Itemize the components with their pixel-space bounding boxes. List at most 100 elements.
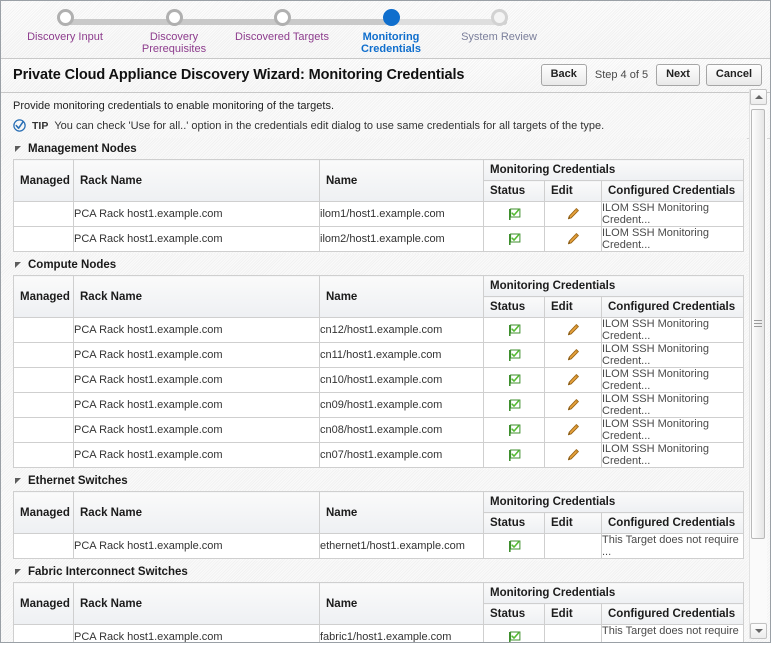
check-circle-icon	[13, 119, 26, 132]
cell-managed[interactable]	[14, 368, 74, 393]
table-row[interactable]: PCA Rack host1.example.comethernet1/host…	[14, 534, 744, 559]
next-button[interactable]: Next	[656, 64, 700, 86]
cell-managed[interactable]	[14, 534, 74, 559]
cell-managed[interactable]	[14, 202, 74, 227]
pencil-icon[interactable]	[566, 349, 580, 361]
column-header-configured-credentials: Configured Credentials	[602, 604, 744, 625]
section-header[interactable]: Compute Nodes	[1, 254, 747, 275]
section-title: Management Nodes	[28, 143, 137, 155]
pencil-icon[interactable]	[566, 324, 580, 336]
cell-status	[484, 368, 545, 393]
column-header-edit: Edit	[545, 297, 602, 318]
cell-edit[interactable]	[545, 368, 602, 393]
pencil-icon[interactable]	[566, 208, 580, 220]
train-step-4[interactable]: MonitoringCredentials	[331, 9, 451, 55]
column-header-rack-name: Rack Name	[74, 160, 320, 202]
table-row[interactable]: PCA Rack host1.example.comcn09/host1.exa…	[14, 393, 744, 418]
train-step-2[interactable]: DiscoveryPrerequisites	[114, 9, 234, 55]
train-step-dot-icon	[57, 9, 74, 26]
cell-edit[interactable]	[545, 343, 602, 368]
section-title: Fabric Interconnect Switches	[28, 566, 188, 578]
table-row[interactable]: PCA Rack host1.example.comcn07/host1.exa…	[14, 443, 744, 468]
column-header-edit: Edit	[545, 181, 602, 202]
cell-target-name: cn08/host1.example.com	[320, 418, 484, 443]
section-header[interactable]: Fabric Interconnect Switches	[1, 561, 747, 582]
pencil-icon[interactable]	[566, 449, 580, 461]
scrollbar-thumb[interactable]	[751, 109, 765, 539]
triangle-expanded-icon[interactable]	[15, 478, 21, 484]
pencil-icon[interactable]	[566, 233, 580, 245]
targets-table: ManagedRack NameNameMonitoring Credentia…	[13, 159, 744, 252]
cancel-button[interactable]: Cancel	[706, 64, 762, 86]
train-step-5[interactable]: System Review	[439, 9, 559, 43]
cell-edit[interactable]	[545, 227, 602, 252]
table-row[interactable]: PCA Rack host1.example.comcn10/host1.exa…	[14, 368, 744, 393]
cell-configured-credentials: ILOM SSH Monitoring Credent...	[602, 393, 744, 418]
step-counter: Step 4 of 5	[593, 69, 650, 81]
cell-target-name: ilom2/host1.example.com	[320, 227, 484, 252]
green-flag-check-icon	[508, 208, 521, 220]
column-header-rack-name: Rack Name	[74, 492, 320, 534]
table-row[interactable]: PCA Rack host1.example.comcn12/host1.exa…	[14, 318, 744, 343]
triangle-expanded-icon[interactable]	[15, 569, 21, 575]
cell-rack-name: PCA Rack host1.example.com	[74, 418, 320, 443]
cell-configured-credentials: ILOM SSH Monitoring Credent...	[602, 343, 744, 368]
train-step-1[interactable]: Discovery Input	[5, 9, 125, 43]
pencil-icon[interactable]	[566, 374, 580, 386]
train-step-3[interactable]: Discovered Targets	[222, 9, 342, 43]
cell-edit[interactable]	[545, 393, 602, 418]
table-row[interactable]: PCA Rack host1.example.comcn08/host1.exa…	[14, 418, 744, 443]
cell-edit[interactable]	[545, 443, 602, 468]
section-title: Ethernet Switches	[28, 475, 128, 487]
column-header-managed: Managed	[14, 583, 74, 625]
scroll-down-arrow-icon[interactable]	[750, 623, 767, 639]
cell-managed[interactable]	[14, 443, 74, 468]
column-header-managed: Managed	[14, 160, 74, 202]
cell-rack-name: PCA Rack host1.example.com	[74, 227, 320, 252]
cell-managed[interactable]	[14, 393, 74, 418]
table-row[interactable]: PCA Rack host1.example.comilom1/host1.ex…	[14, 202, 744, 227]
cell-edit[interactable]	[545, 318, 602, 343]
column-header-configured-credentials: Configured Credentials	[602, 513, 744, 534]
cell-status	[484, 443, 545, 468]
cell-managed[interactable]	[14, 227, 74, 252]
column-header-managed: Managed	[14, 276, 74, 318]
cell-status	[484, 534, 545, 559]
column-header-edit: Edit	[545, 604, 602, 625]
table-row[interactable]: PCA Rack host1.example.comcn11/host1.exa…	[14, 343, 744, 368]
section-title: Compute Nodes	[28, 259, 116, 271]
table-row[interactable]: PCA Rack host1.example.comfabric1/host1.…	[14, 625, 744, 643]
cell-managed[interactable]	[14, 418, 74, 443]
column-header-status: Status	[484, 604, 545, 625]
cell-edit[interactable]	[545, 418, 602, 443]
column-header-status: Status	[484, 297, 545, 318]
triangle-expanded-icon[interactable]	[15, 146, 21, 152]
cell-managed[interactable]	[14, 625, 74, 643]
column-header-monitoring-credentials: Monitoring Credentials	[484, 583, 744, 604]
pencil-icon[interactable]	[566, 424, 580, 436]
back-button[interactable]: Back	[541, 64, 587, 86]
column-header-name: Name	[320, 492, 484, 534]
table-row[interactable]: PCA Rack host1.example.comilom2/host1.ex…	[14, 227, 744, 252]
cell-configured-credentials: This Target does not require ...	[602, 534, 744, 559]
cell-managed[interactable]	[14, 318, 74, 343]
cell-managed[interactable]	[14, 343, 74, 368]
cell-edit[interactable]	[545, 202, 602, 227]
section-header[interactable]: Management Nodes	[1, 138, 747, 159]
cell-status	[484, 227, 545, 252]
section-header[interactable]: Ethernet Switches	[1, 470, 747, 491]
green-flag-check-icon	[508, 540, 521, 552]
scrollbar-track[interactable]	[750, 106, 767, 622]
cell-edit	[545, 625, 602, 643]
vertical-scrollbar[interactable]	[749, 89, 767, 639]
column-header-monitoring-credentials: Monitoring Credentials	[484, 160, 744, 181]
wizard-button-group: Back Step 4 of 5 Next Cancel	[541, 64, 762, 86]
train-step-dot-icon	[491, 9, 508, 26]
triangle-expanded-icon[interactable]	[15, 262, 21, 268]
section-2: Compute Nodes ManagedRack NameNameMonitor…	[1, 254, 747, 468]
cell-configured-credentials: This Target does not require ...	[602, 625, 744, 643]
cell-rack-name: PCA Rack host1.example.com	[74, 534, 320, 559]
pencil-icon[interactable]	[566, 399, 580, 411]
targets-table: ManagedRack NameNameMonitoring Credentia…	[13, 275, 744, 468]
scroll-up-arrow-icon[interactable]	[750, 89, 767, 105]
